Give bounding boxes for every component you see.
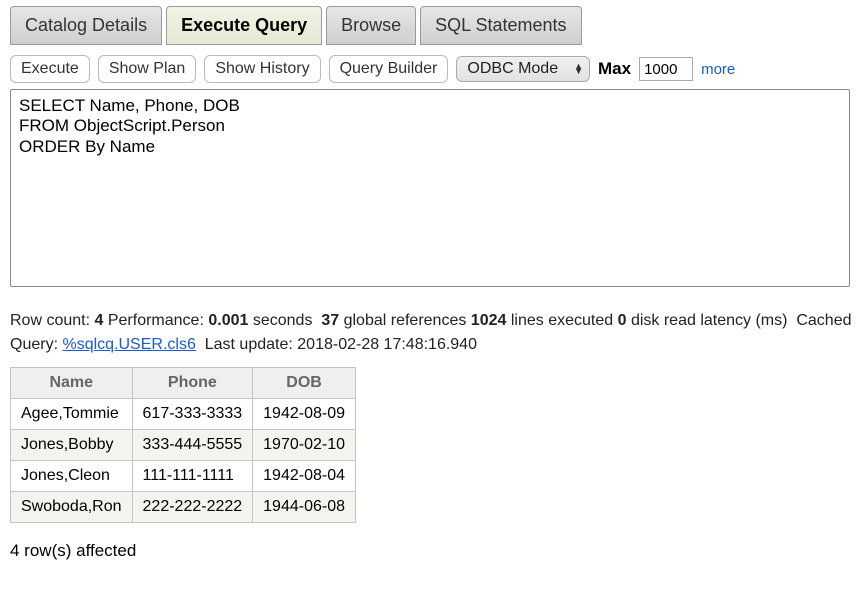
perf-seconds: 0.001	[208, 312, 248, 329]
tab-execute-query[interactable]: Execute Query	[166, 6, 322, 45]
row-count-value: 4	[95, 312, 104, 329]
global-refs-label: global references	[344, 312, 467, 329]
max-input[interactable]	[639, 57, 693, 81]
table-row: Jones,Bobby 333-444-5555 1970-02-10	[11, 430, 356, 461]
query-textarea[interactable]	[10, 89, 850, 287]
mode-select[interactable]: ODBC Mode ▲▼	[456, 56, 590, 82]
show-history-button[interactable]: Show History	[204, 55, 320, 83]
max-label: Max	[598, 59, 631, 79]
lines-exec-value: 1024	[471, 312, 507, 329]
results-table: Name Phone DOB Agee,Tommie 617-333-3333 …	[10, 367, 356, 523]
more-link[interactable]: more	[701, 61, 735, 78]
mode-select-value: ODBC Mode	[467, 60, 558, 78]
last-update-value: 2018-02-28 17:48:16.940	[297, 336, 477, 353]
cell-name: Jones,Bobby	[11, 430, 133, 461]
cached-query-link[interactable]: %sqlcq.USER.cls6	[62, 336, 195, 353]
column-header-name[interactable]: Name	[11, 368, 133, 399]
execute-button[interactable]: Execute	[10, 55, 90, 83]
tab-sql-statements[interactable]: SQL Statements	[420, 6, 581, 45]
cell-name: Swoboda,Ron	[11, 492, 133, 523]
cell-phone: 617-333-3333	[132, 399, 253, 430]
toolbar: Execute Show Plan Show History Query Bui…	[10, 55, 854, 83]
chevron-updown-icon: ▲▼	[574, 64, 583, 74]
cell-dob: 1970-02-10	[253, 430, 356, 461]
table-row: Swoboda,Ron 222-222-2222 1944-06-08	[11, 492, 356, 523]
column-header-phone[interactable]: Phone	[132, 368, 253, 399]
seconds-word: seconds	[253, 312, 313, 329]
stats-line: Row count: 4 Performance: 0.001 seconds …	[10, 309, 854, 357]
cell-dob: 1942-08-04	[253, 461, 356, 492]
cell-name: Jones,Cleon	[11, 461, 133, 492]
row-count-label: Row count:	[10, 312, 90, 329]
perf-label: Performance:	[108, 312, 204, 329]
query-label: Query:	[10, 336, 58, 353]
show-plan-button[interactable]: Show Plan	[98, 55, 197, 83]
rows-affected: 4 row(s) affected	[10, 541, 854, 561]
cell-dob: 1942-08-09	[253, 399, 356, 430]
cell-phone: 111-111-1111	[132, 461, 253, 492]
tab-catalog-details[interactable]: Catalog Details	[10, 6, 162, 45]
table-header-row: Name Phone DOB	[11, 368, 356, 399]
cell-phone: 333-444-5555	[132, 430, 253, 461]
last-update-label: Last update:	[205, 336, 293, 353]
global-refs-value: 37	[321, 312, 339, 329]
query-builder-button[interactable]: Query Builder	[329, 55, 449, 83]
disk-read-label: disk read latency (ms)	[631, 312, 788, 329]
cell-phone: 222-222-2222	[132, 492, 253, 523]
lines-exec-label: lines executed	[511, 312, 613, 329]
column-header-dob[interactable]: DOB	[253, 368, 356, 399]
cell-dob: 1944-06-08	[253, 492, 356, 523]
disk-read-value: 0	[618, 312, 627, 329]
tab-browse[interactable]: Browse	[326, 6, 416, 45]
tab-bar: Catalog Details Execute Query Browse SQL…	[10, 6, 854, 45]
table-row: Jones,Cleon 111-111-1111 1942-08-04	[11, 461, 356, 492]
cell-name: Agee,Tommie	[11, 399, 133, 430]
table-row: Agee,Tommie 617-333-3333 1942-08-09	[11, 399, 356, 430]
cached-label: Cached	[796, 312, 851, 329]
